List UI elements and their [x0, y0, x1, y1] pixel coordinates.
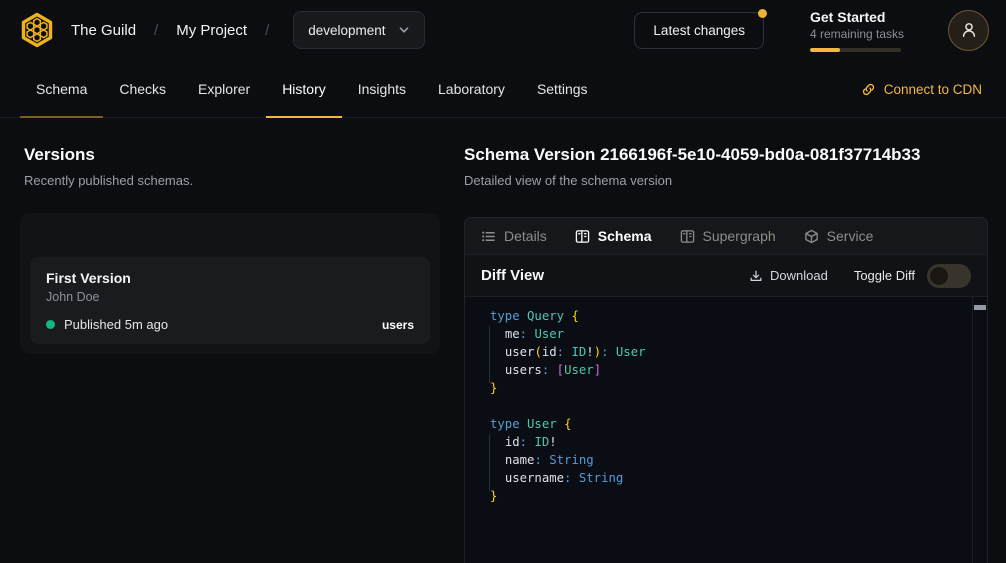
list-icon: [481, 229, 496, 244]
connect-to-cdn-label: Connect to CDN: [884, 82, 982, 97]
get-started-progress-fill: [810, 48, 840, 52]
code-line: [490, 397, 987, 415]
detail-tabs-bar: Details Schema Supergraph Service: [465, 218, 987, 255]
tab-schema[interactable]: Schema: [20, 60, 103, 117]
toggle-diff-label: Toggle Diff: [854, 268, 915, 283]
version-detail-panel: Details Schema Supergraph Service Diff V…: [464, 217, 988, 563]
tab-label: History: [282, 81, 326, 97]
versions-list-card: First Version John Doe Published 5m ago …: [20, 213, 440, 354]
breadcrumb-project[interactable]: My Project: [176, 22, 247, 39]
tab-label: Details: [504, 228, 547, 244]
diff-view-title: Diff View: [481, 267, 544, 284]
schema-code-viewer[interactable]: type Query { me: User user(id: ID!): Use…: [465, 297, 987, 563]
code-line: users: [User]: [490, 361, 987, 379]
breadcrumb-separator: /: [265, 22, 269, 39]
environment-select-value: development: [308, 23, 385, 38]
tab-label: Supergraph: [703, 228, 776, 244]
tab-label: Insights: [358, 81, 406, 97]
version-author: John Doe: [46, 290, 414, 304]
tab-label: Schema: [598, 228, 652, 244]
service-badge: users: [382, 318, 414, 332]
header-right-cluster: Latest changes Get Started 4 remaining t…: [634, 9, 989, 52]
cube-icon: [804, 229, 819, 244]
code-line: id: ID!: [490, 433, 987, 451]
code-line: username: String: [490, 469, 987, 487]
breadcrumb-separator: /: [154, 22, 158, 39]
indent-guide: [489, 326, 490, 383]
schema-version-subtitle: Detailed view of the schema version: [464, 173, 672, 188]
breadcrumb-org[interactable]: The Guild: [71, 22, 136, 39]
tab-service[interactable]: Service: [804, 228, 874, 244]
chevron-down-icon: [398, 24, 410, 36]
hive-logo-icon[interactable]: [17, 10, 57, 50]
tab-history[interactable]: History: [266, 60, 342, 117]
get-started-subtitle: 4 remaining tasks: [810, 27, 902, 41]
tab-laboratory[interactable]: Laboratory: [422, 60, 521, 117]
indent-guide: [489, 434, 490, 491]
diff-toolbar-actions: Download Toggle Diff: [749, 264, 971, 288]
schema-version-title: Schema Version 2166196f-5e10-4059-bd0a-0…: [464, 145, 920, 165]
code-line: user(id: ID!): User: [490, 343, 987, 361]
tab-label: Laboratory: [438, 81, 505, 97]
tab-supergraph[interactable]: Supergraph: [680, 228, 776, 244]
environment-select[interactable]: development: [293, 11, 424, 49]
code-line: }: [490, 487, 987, 505]
get-started-title: Get Started: [810, 9, 902, 25]
get-started-widget[interactable]: Get Started 4 remaining tasks: [810, 9, 902, 52]
tab-label: Service: [827, 228, 874, 244]
version-list-item[interactable]: First Version John Doe Published 5m ago …: [30, 257, 430, 344]
scrollbar-track: [972, 297, 973, 563]
version-status-row: Published 5m ago users: [46, 317, 414, 332]
code-lines: type Query { me: User user(id: ID!): Use…: [490, 307, 987, 505]
tab-details[interactable]: Details: [481, 228, 547, 244]
versions-subtitle: Recently published schemas.: [24, 173, 193, 188]
columns-icon: [680, 229, 695, 244]
tab-label: Checks: [119, 81, 166, 97]
code-line: }: [490, 379, 987, 397]
diff-toolbar: Diff View Download Toggle Diff: [465, 255, 987, 297]
get-started-progress-bar: [810, 48, 901, 52]
scrollbar-thumb[interactable]: [974, 305, 986, 310]
notification-dot: [758, 9, 767, 18]
published-status-icon: [46, 320, 55, 329]
columns-icon: [575, 229, 590, 244]
toggle-knob: [930, 267, 948, 285]
code-line: type User {: [490, 415, 987, 433]
download-label: Download: [770, 268, 828, 283]
tab-settings[interactable]: Settings: [521, 60, 604, 117]
link-icon: [861, 82, 876, 97]
latest-changes-label: Latest changes: [653, 23, 745, 38]
target-navbar: Schema Checks Explorer History Insights …: [0, 60, 1006, 118]
toggle-diff-switch[interactable]: [927, 264, 971, 288]
tab-schema-view[interactable]: Schema: [575, 228, 652, 244]
tab-explorer[interactable]: Explorer: [182, 60, 266, 117]
code-line: name: String: [490, 451, 987, 469]
person-icon: [960, 21, 978, 39]
tab-insights[interactable]: Insights: [342, 60, 422, 117]
toggle-diff-group: Toggle Diff: [854, 264, 971, 288]
user-avatar-button[interactable]: [948, 10, 989, 51]
code-line: me: User: [490, 325, 987, 343]
versions-title: Versions: [24, 145, 95, 165]
tab-checks[interactable]: Checks: [103, 60, 182, 117]
latest-changes-button[interactable]: Latest changes: [634, 12, 764, 49]
code-line: type Query {: [490, 307, 987, 325]
download-button[interactable]: Download: [749, 268, 828, 283]
app-header: The Guild / My Project / development Lat…: [0, 0, 1006, 60]
version-name: First Version: [46, 270, 414, 286]
tab-label: Settings: [537, 81, 588, 97]
connect-to-cdn-button[interactable]: Connect to CDN: [861, 60, 982, 118]
download-icon: [749, 269, 763, 283]
version-status-text: Published 5m ago: [64, 317, 168, 332]
tab-label: Explorer: [198, 81, 250, 97]
tab-label: Schema: [36, 81, 87, 97]
